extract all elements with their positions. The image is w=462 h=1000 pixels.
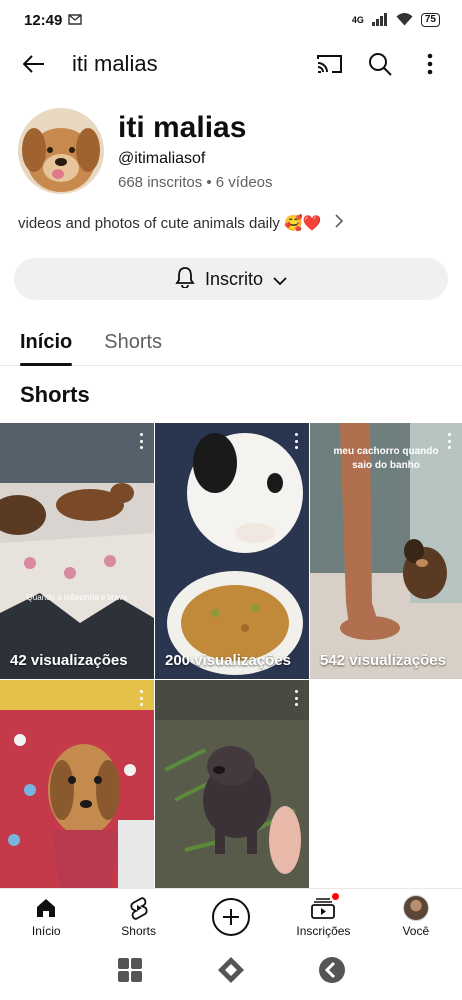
- nav-subscriptions[interactable]: Inscrições: [277, 889, 369, 944]
- app-bar: iti malias: [0, 40, 462, 88]
- cast-button[interactable]: [312, 46, 348, 82]
- chevron-down-icon: [273, 269, 287, 290]
- short-caption: meu cachorro quando saio do banho: [333, 446, 439, 471]
- nav-home-label: Início: [31, 924, 61, 938]
- search-button[interactable]: [362, 46, 398, 82]
- short-overlay-text: Quando a mãezinha é brava: [26, 593, 128, 602]
- recent-apps-button[interactable]: [116, 956, 144, 989]
- nav-shorts[interactable]: Shorts: [92, 889, 184, 944]
- channel-tabs: Início Shorts: [0, 318, 462, 366]
- channel-handle: @itimaliasof: [118, 150, 206, 167]
- subscriptions-icon: [310, 892, 341, 921]
- signal-icon: [371, 12, 388, 28]
- channel-header: iti malias @itimaliasof 668 inscritos • …: [18, 108, 448, 198]
- channel-name: iti malias: [118, 111, 247, 144]
- bell-icon: [175, 266, 195, 293]
- home-button[interactable]: [217, 956, 245, 989]
- shorts-icon: [126, 895, 152, 921]
- profile-avatar: [402, 895, 429, 921]
- short-thumbnail[interactable]: [0, 680, 154, 888]
- gmail-notification-icon: [68, 12, 83, 29]
- short-views: 542 visualizações: [320, 652, 446, 669]
- status-time: 12:49: [24, 11, 63, 29]
- search-icon: [369, 53, 392, 76]
- tab-shorts[interactable]: Shorts: [104, 318, 162, 366]
- notification-dot: [331, 892, 341, 901]
- back-arrow-icon: [23, 55, 44, 73]
- system-navigation-bar: [0, 944, 462, 1000]
- battery-indicator: 75: [420, 13, 440, 27]
- short-more-icon[interactable]: [138, 433, 144, 449]
- nav-you[interactable]: Você: [370, 889, 462, 944]
- home-icon: [33, 895, 59, 921]
- chevron-right-icon: [335, 212, 344, 233]
- tab-home[interactable]: Início: [20, 318, 73, 366]
- app-bar-title: iti malias: [72, 51, 158, 76]
- more-vert-icon: [427, 53, 433, 75]
- nav-subscriptions-label: Inscrições: [296, 924, 351, 938]
- short-views: 42 visualizações: [10, 652, 128, 669]
- create-icon: [212, 897, 251, 936]
- subscribed-button[interactable]: Inscrito: [14, 258, 448, 300]
- more-options-button[interactable]: [412, 46, 448, 82]
- short-thumbnail[interactable]: meu cachorro quando saio do banho 542 vi…: [310, 423, 462, 679]
- back-button[interactable]: [14, 44, 54, 84]
- nav-you-label: Você: [402, 924, 430, 938]
- channel-description[interactable]: videos and photos of cute animals daily …: [18, 212, 448, 233]
- status-bar: 12:49 4G 75: [0, 0, 462, 40]
- short-thumbnail[interactable]: Quando a mãezinha é brava 42 visualizaçõ…: [0, 423, 154, 679]
- system-back-icon: [318, 956, 345, 983]
- nav-create[interactable]: [185, 889, 277, 944]
- short-more-icon[interactable]: [138, 690, 144, 706]
- short-thumbnail[interactable]: 200 visualizações: [155, 423, 309, 679]
- short-more-icon[interactable]: [293, 433, 299, 449]
- channel-description-text: videos and photos of cute animals daily …: [18, 214, 322, 232]
- short-thumbnail[interactable]: [155, 680, 309, 888]
- short-more-icon[interactable]: [293, 690, 299, 706]
- short-views: 200 visualizações: [165, 652, 291, 669]
- profile-icon: [402, 895, 429, 921]
- wifi-icon: [396, 12, 413, 28]
- channel-avatar[interactable]: [18, 108, 104, 194]
- network-type: 4G: [351, 15, 364, 25]
- nav-shorts-label: Shorts: [121, 924, 156, 938]
- short-more-icon[interactable]: [446, 433, 452, 449]
- system-home-icon: [217, 956, 244, 983]
- bottom-navigation: Início Shorts Inscrições Você: [0, 888, 462, 944]
- channel-stats: 668 inscritos • 6 vídeos: [118, 174, 273, 191]
- nav-home[interactable]: Início: [0, 889, 92, 944]
- system-back-button[interactable]: [318, 956, 346, 989]
- cast-icon: [317, 55, 342, 73]
- section-title-shorts: Shorts: [20, 382, 90, 407]
- subscribed-label: Inscrito: [204, 268, 264, 289]
- recent-apps-icon: [118, 957, 143, 982]
